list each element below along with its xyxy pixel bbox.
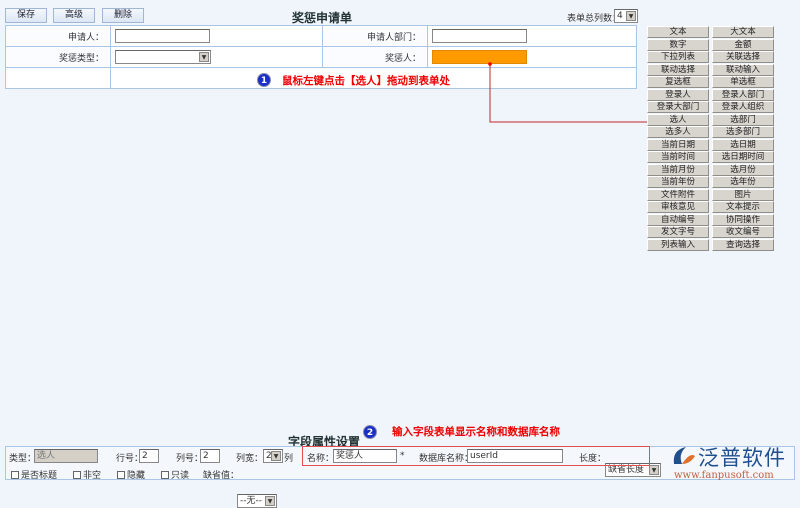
- length-value: 缺省长度: [608, 465, 645, 475]
- step2-note: 输入字段表单显示名称和数据库名称: [392, 426, 560, 438]
- default-select[interactable]: --无-- ▼: [237, 494, 277, 508]
- palette-item[interactable]: 协同操作: [712, 213, 774, 226]
- default-value: --无--: [240, 496, 262, 506]
- palette-item[interactable]: 金额: [712, 38, 774, 51]
- col-input[interactable]: 2: [200, 449, 220, 463]
- width-unit: 列: [284, 454, 294, 464]
- readonly-label: 只读: [171, 471, 190, 481]
- palette-item[interactable]: 登录人部门: [712, 88, 774, 101]
- palette-item[interactable]: 图片: [712, 188, 774, 201]
- type-label: 类型：: [9, 454, 37, 464]
- row-input[interactable]: 2: [139, 449, 159, 463]
- readonly-checkbox[interactable]: 只读: [161, 468, 189, 481]
- palette-item[interactable]: 自动编号: [647, 213, 709, 226]
- palette-item[interactable]: 查询选择: [712, 238, 774, 251]
- not-null-checkbox[interactable]: 非空: [73, 468, 101, 481]
- chevron-down-icon: ▼: [265, 496, 275, 506]
- chevron-down-icon: ▼: [271, 451, 281, 461]
- palette-item[interactable]: 选日期: [712, 138, 774, 151]
- is-title-checkbox[interactable]: 是否标题: [11, 468, 57, 481]
- palette-item[interactable]: 审核意见: [647, 201, 709, 213]
- palette-item[interactable]: 当前年份: [647, 176, 709, 188]
- palette-item[interactable]: 登录人组织: [712, 101, 774, 113]
- palette-item[interactable]: 联动输入: [712, 63, 774, 76]
- logo-icon: [673, 447, 695, 464]
- step2-badge: 2: [363, 425, 377, 439]
- palette-item[interactable]: 文本提示: [712, 201, 774, 213]
- palette-item[interactable]: 数字: [647, 38, 709, 51]
- palette-item[interactable]: 选年份: [712, 176, 774, 188]
- type-field: 选人: [34, 449, 98, 463]
- col-label: 列号：: [176, 454, 204, 464]
- palette-item[interactable]: 大文本: [712, 26, 774, 38]
- palette-item[interactable]: 选人: [647, 113, 709, 126]
- default-label: 缺省值：: [203, 471, 240, 481]
- logo-name: 泛普软件: [698, 446, 786, 470]
- highlight-box: [302, 446, 650, 466]
- palette-item[interactable]: 当前月份: [647, 163, 709, 176]
- hidden-checkbox[interactable]: 隐藏: [117, 468, 145, 481]
- palette-item[interactable]: 当前时间: [647, 151, 709, 163]
- palette-item[interactable]: 联动选择: [647, 63, 709, 76]
- palette-item[interactable]: 当前日期: [647, 138, 709, 151]
- palette-item[interactable]: 选月份: [712, 163, 774, 176]
- palette-item[interactable]: 文件附件: [647, 188, 709, 201]
- width-select[interactable]: 2 ▼: [263, 449, 283, 463]
- palette-item[interactable]: 文本: [647, 26, 709, 38]
- palette-item[interactable]: 登录大部门: [647, 101, 709, 113]
- palette-item[interactable]: 选日期时间: [712, 151, 774, 163]
- chevron-down-icon: ▼: [649, 465, 659, 475]
- width-label: 列宽：: [236, 454, 264, 464]
- palette-item[interactable]: 登录人: [647, 88, 709, 101]
- palette-item[interactable]: 单选框: [712, 76, 774, 88]
- palette-item[interactable]: 下拉列表: [647, 51, 709, 63]
- logo: 泛普软件 www.fanpusoft.com: [668, 442, 793, 484]
- palette-item[interactable]: 选多部门: [712, 126, 774, 138]
- palette-item[interactable]: 列表输入: [647, 238, 709, 251]
- palette-item[interactable]: 发文字号: [647, 226, 709, 238]
- hidden-label: 隐藏: [127, 471, 146, 481]
- palette-item[interactable]: 关联选择: [712, 51, 774, 63]
- palette-item[interactable]: 选部门: [712, 113, 774, 126]
- palette-item[interactable]: 复选框: [647, 76, 709, 88]
- not-null-label: 非空: [83, 471, 102, 481]
- palette-item[interactable]: 选多人: [647, 126, 709, 138]
- is-title-label: 是否标题: [21, 471, 58, 481]
- logo-url: www.fanpusoft.com: [674, 470, 774, 481]
- palette-item[interactable]: 收文编号: [712, 226, 774, 238]
